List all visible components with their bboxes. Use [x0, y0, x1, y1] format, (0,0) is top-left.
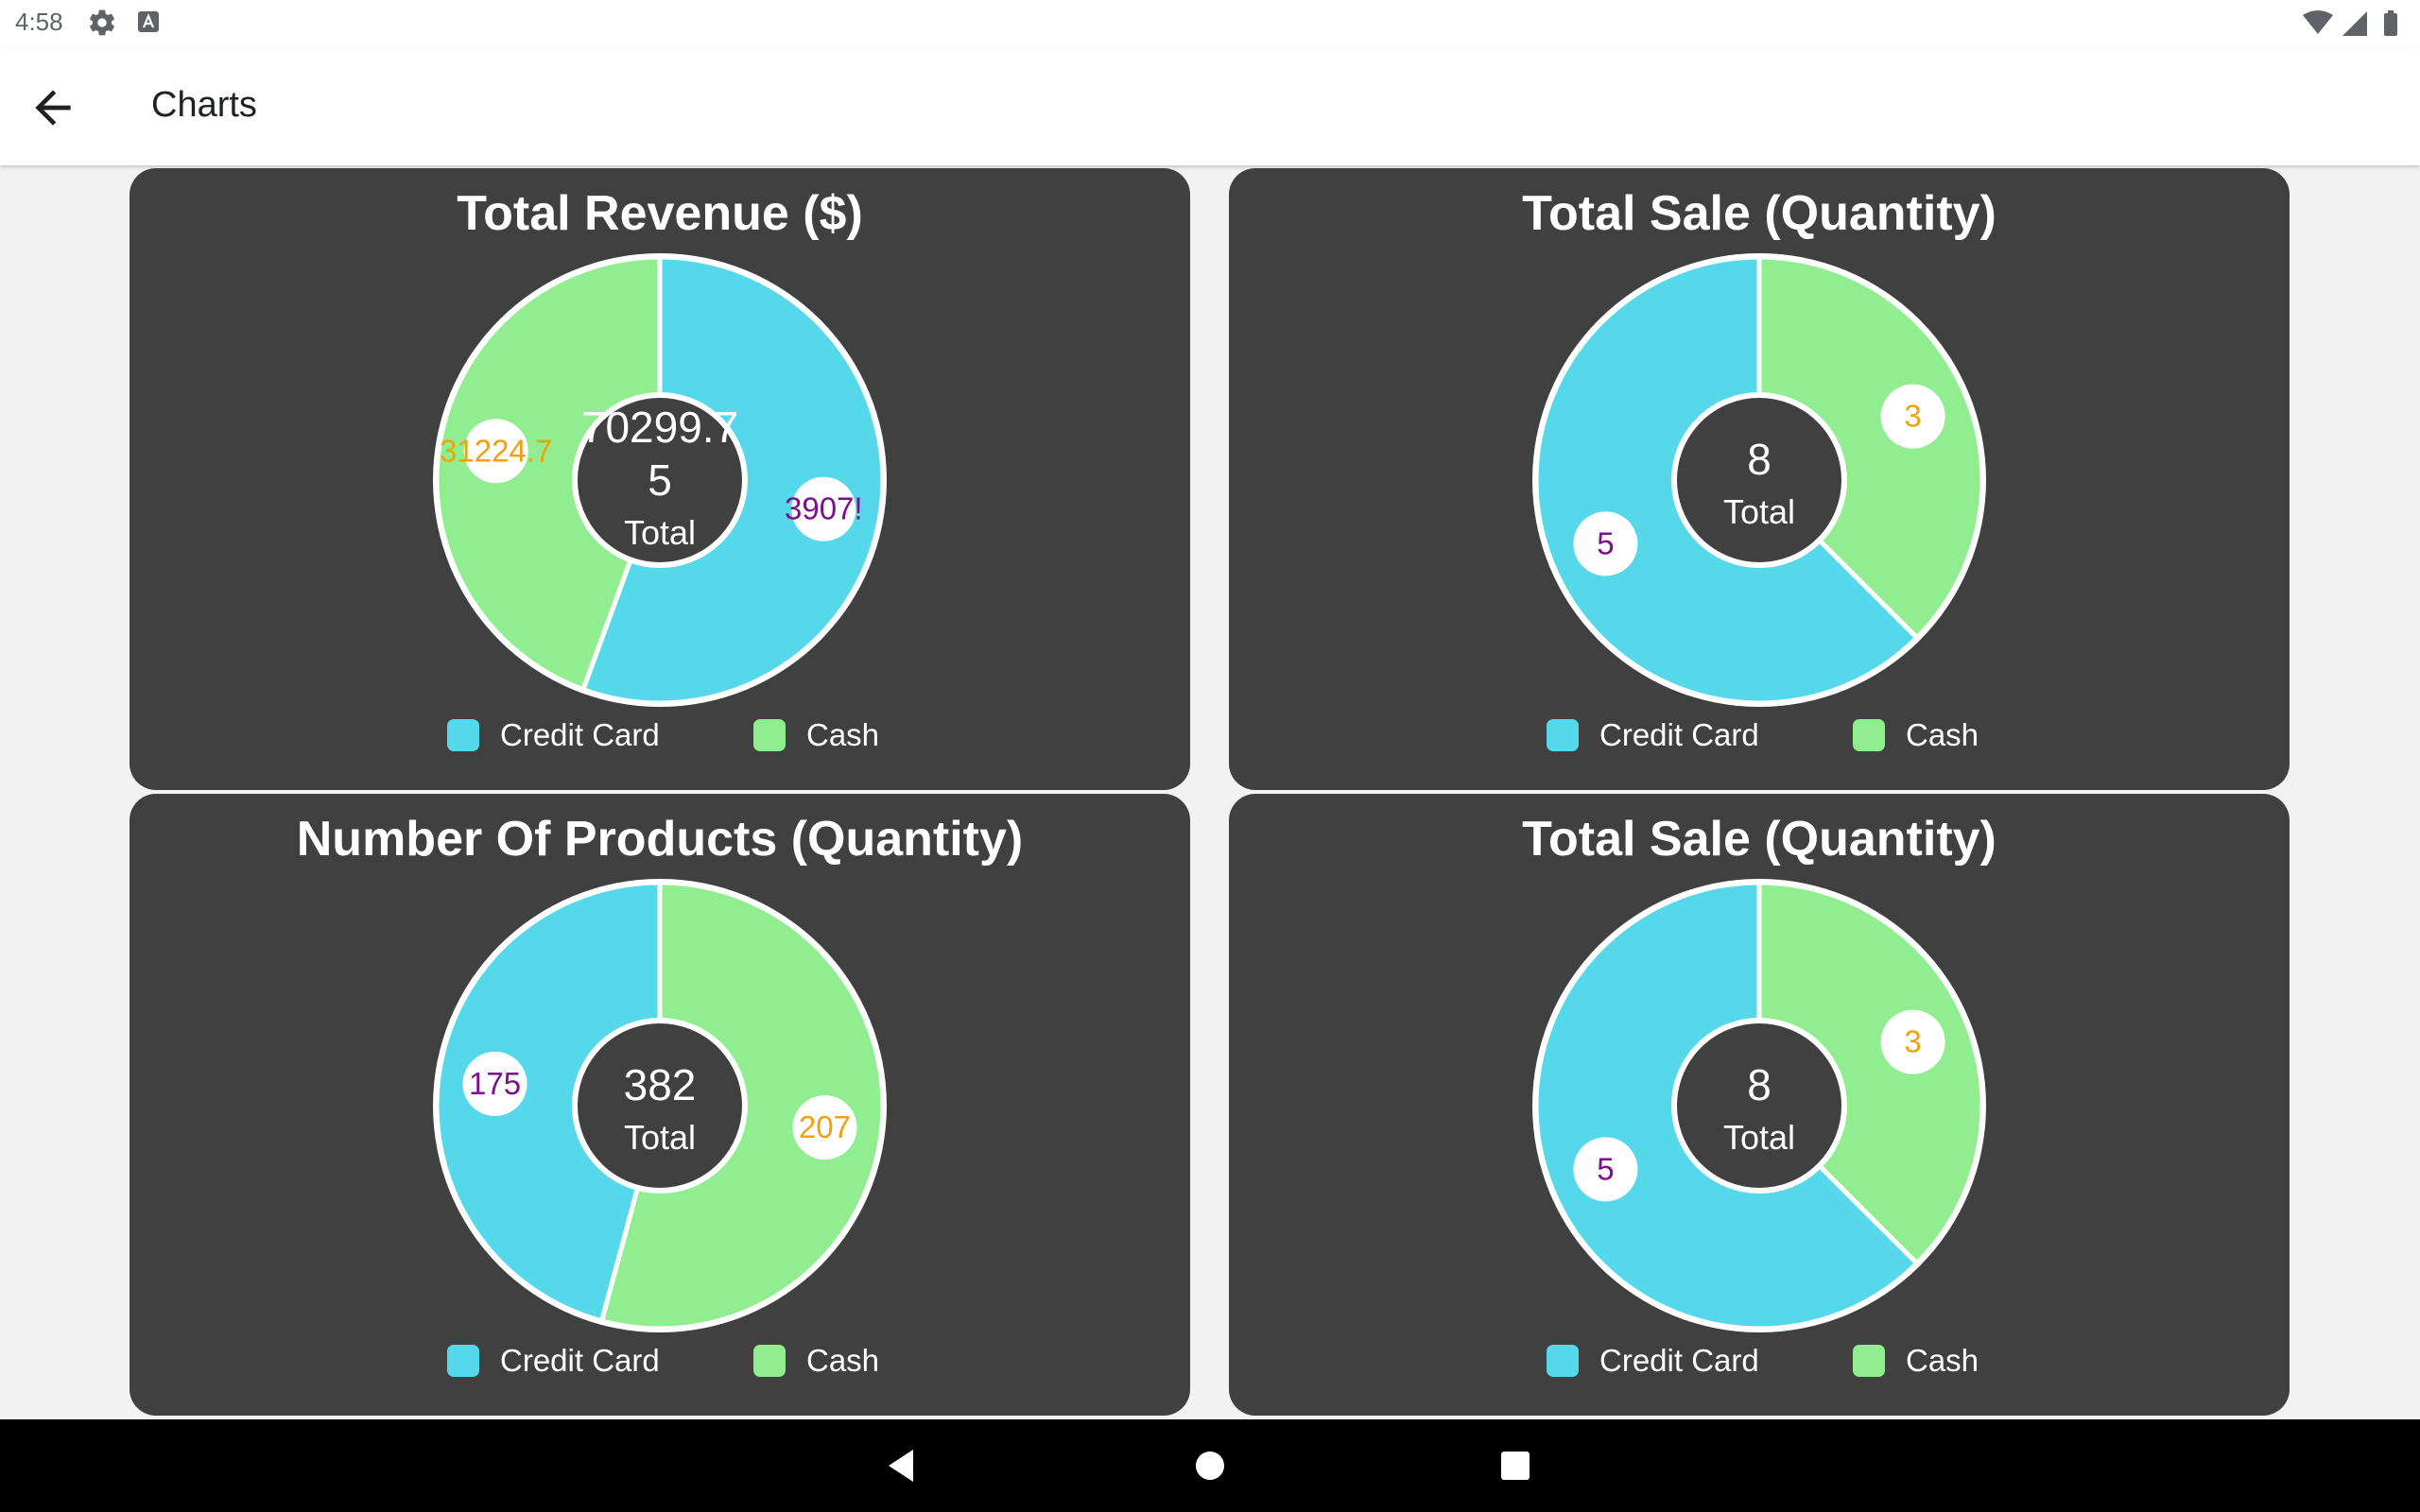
legend-item-cash: Cash	[753, 716, 879, 754]
legend-swatch-cash	[1853, 719, 1885, 751]
legend-item-credit-card: Credit Card	[447, 1342, 660, 1380]
legend-item-cash: Cash	[1853, 716, 1979, 754]
app-bar: Charts	[0, 47, 2420, 165]
value-label-cash: 31224.7	[440, 433, 552, 468]
center-value: 8	[1747, 435, 1772, 484]
wifi-icon	[2303, 10, 2333, 34]
value-label-cash: 207	[799, 1109, 851, 1144]
value-label-cash: 3	[1904, 399, 1921, 434]
legend-item-cash: Cash	[753, 1342, 879, 1380]
battery-icon	[2384, 13, 2397, 36]
value-label-credit-card: 3907!	[785, 491, 863, 526]
donut-chart: 175 207 382 Total	[433, 879, 887, 1332]
chart-card-total-sale-2: Total Sale (Quantity) 5 3 8 Total Credit Ca…	[1229, 794, 2290, 1416]
chart-legend: Credit Card Cash	[1229, 1342, 2290, 1380]
legend-label: Credit Card	[500, 1343, 660, 1378]
system-nav-bar	[0, 1419, 2420, 1512]
signal-icon	[2342, 11, 2367, 36]
a-box-icon	[138, 11, 159, 32]
status-time: 4:58	[15, 8, 63, 36]
legend-item-credit-card: Credit Card	[447, 716, 660, 754]
donut-chart: 5 3 8 Total	[1532, 879, 1986, 1332]
chart-legend: Credit Card Cash	[130, 1342, 1190, 1380]
center-label: Total	[1723, 492, 1795, 531]
legend-label: Cash	[806, 1343, 880, 1378]
chart-card-total-revenue: Total Revenue ($) 3907! 31224.7 70299.7 5 To…	[130, 168, 1190, 790]
center-label: Total	[1723, 1118, 1795, 1157]
center-value: 70299.7	[581, 403, 738, 452]
legend-item-credit-card: Credit Card	[1547, 1342, 1759, 1380]
charts-grid: Total Revenue ($) 3907! 31224.7 70299.7 5 To…	[0, 165, 2420, 1419]
legend-swatch-cash	[753, 1345, 786, 1377]
value-label-credit-card: 175	[469, 1066, 521, 1101]
legend-swatch-cash	[1853, 1345, 1885, 1377]
legend-item-cash: Cash	[1853, 1342, 1979, 1380]
legend-swatch-credit-card	[447, 1345, 479, 1377]
recents-square-icon[interactable]	[1494, 1444, 1537, 1487]
center-value: 5	[648, 455, 672, 505]
legend-label: Cash	[1906, 717, 1979, 752]
value-label-cash: 3	[1904, 1024, 1921, 1059]
center-label: Total	[624, 513, 696, 552]
value-label-credit-card: 5	[1597, 1151, 1614, 1186]
status-bar: 4:58	[0, 0, 2420, 47]
legend-item-credit-card: Credit Card	[1547, 716, 1759, 754]
gear-icon	[90, 9, 114, 36]
legend-swatch-cash	[753, 719, 786, 751]
center-value: 8	[1747, 1060, 1772, 1109]
page-title: Charts	[151, 85, 257, 125]
legend-label: Cash	[1906, 1343, 1979, 1378]
chart-legend: Credit Card Cash	[130, 716, 1190, 754]
legend-label: Cash	[806, 717, 880, 752]
home-circle-icon[interactable]	[1188, 1444, 1232, 1487]
legend-label: Credit Card	[1599, 717, 1759, 752]
donut-chart: 5 3 8 Total	[1532, 253, 1986, 707]
value-label-credit-card: 5	[1597, 525, 1614, 560]
arrow-back-icon[interactable]	[26, 81, 79, 134]
legend-swatch-credit-card	[1547, 1345, 1579, 1377]
back-triangle-icon[interactable]	[881, 1444, 925, 1487]
legend-swatch-credit-card	[447, 719, 479, 751]
chart-card-total-sale: Total Sale (Quantity) 5 3 8 Total Credit Ca…	[1229, 168, 2290, 790]
center-value: 382	[624, 1060, 697, 1109]
chart-legend: Credit Card Cash	[1229, 716, 2290, 754]
chart-card-number-of-products: Number Of Products (Quantity) 175 207 382 T…	[130, 794, 1190, 1416]
donut-chart: 3907! 31224.7 70299.75 Total	[433, 253, 887, 707]
legend-label: Credit Card	[1599, 1343, 1759, 1378]
center-label: Total	[624, 1118, 696, 1157]
status-right-icons	[2303, 10, 2397, 36]
legend-label: Credit Card	[500, 717, 660, 752]
legend-swatch-credit-card	[1547, 719, 1579, 751]
